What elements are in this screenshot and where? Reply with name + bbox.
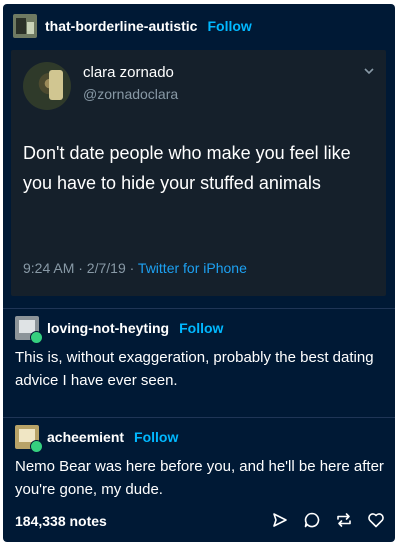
tweet-handle[interactable]: @zornadoclara xyxy=(83,86,178,102)
divider xyxy=(3,308,395,309)
blog-name[interactable]: that-borderline-autistic xyxy=(45,18,197,34)
blog-avatar[interactable] xyxy=(13,14,37,38)
reblogger-name[interactable]: acheemient xyxy=(47,429,124,445)
reblog-badge-icon xyxy=(30,331,43,344)
notes-count[interactable]: 184,338 notes xyxy=(15,513,107,529)
tweet-source[interactable]: Twitter for iPhone xyxy=(138,260,247,276)
reblogger-avatar[interactable] xyxy=(15,316,43,344)
post-footer: 184,338 notes xyxy=(15,511,385,531)
tumblr-post: that-borderline-autistic Follow clara zo… xyxy=(3,4,395,542)
tweet-display-name[interactable]: clara zornado xyxy=(83,64,174,81)
chevron-down-icon[interactable] xyxy=(362,64,376,78)
reply-icon[interactable] xyxy=(303,511,321,529)
tweet-avatar[interactable] xyxy=(23,62,71,110)
reblog-icon[interactable] xyxy=(335,511,353,529)
reblog-entry: acheemient Follow Nemo Bear was here bef… xyxy=(15,425,385,501)
post-header: that-borderline-autistic Follow xyxy=(13,14,252,38)
tweet-text: Don't date people who make you feel like… xyxy=(23,143,351,193)
divider xyxy=(3,417,395,418)
tweet-time: 9:24 AM · 2/7/19 · xyxy=(23,260,138,276)
follow-button[interactable]: Follow xyxy=(134,429,178,445)
reblog-text: Nemo Bear was here before you, and he'll… xyxy=(15,458,384,498)
share-icon[interactable] xyxy=(271,511,289,529)
reblogger-name[interactable]: loving-not-heyting xyxy=(47,320,169,336)
follow-button[interactable]: Follow xyxy=(207,18,251,34)
reblogger-avatar[interactable] xyxy=(15,425,43,453)
post-actions xyxy=(271,511,385,529)
reblog-text: This is, without exaggeration, probably … xyxy=(15,349,374,389)
follow-button[interactable]: Follow xyxy=(179,320,223,336)
reblog-entry: loving-not-heyting Follow This is, witho… xyxy=(15,316,385,392)
embedded-tweet: clara zornado @zornadoclara Don't date p… xyxy=(11,50,386,296)
reblog-badge-icon xyxy=(30,440,43,453)
tweet-meta: 9:24 AM · 2/7/19 · Twitter for iPhone xyxy=(23,260,247,276)
heart-icon[interactable] xyxy=(367,511,385,529)
